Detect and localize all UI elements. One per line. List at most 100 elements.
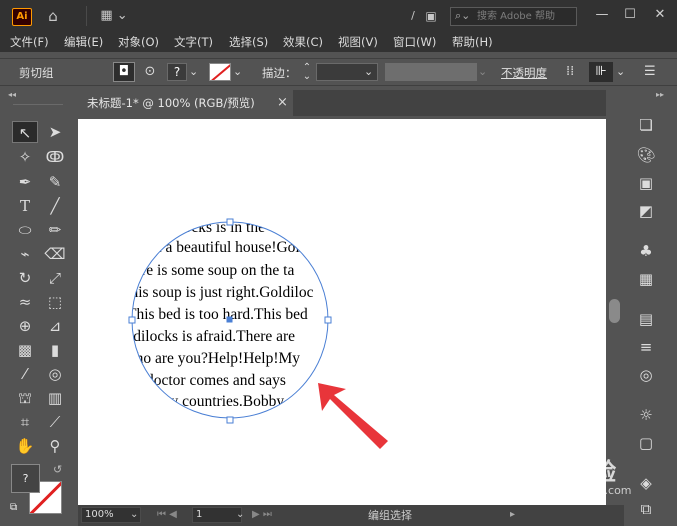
symbol-sprayer-tool-icon[interactable]: ⛫ — [12, 387, 38, 409]
fill-swatch[interactable]: ? — [167, 63, 187, 81]
free-transform-tool-icon[interactable]: ⬚ — [42, 291, 68, 313]
menu-effect[interactable]: 效果(C) — [283, 32, 323, 52]
gradient-panel-icon[interactable]: ▤ — [626, 304, 666, 334]
selection-tool-icon[interactable]: ↖ — [12, 121, 38, 143]
appearance-panel-icon[interactable]: ☼ — [626, 400, 666, 430]
shape-builder-tool-icon[interactable]: ⊕ — [12, 315, 38, 337]
libraries-panel-icon[interactable]: ◩ — [626, 196, 666, 226]
artboard-tool-icon[interactable]: ⌗ — [12, 411, 38, 433]
eraser-tool-icon[interactable]: ⌫ — [42, 243, 68, 265]
align-icon[interactable]: ⁞⁞ — [566, 62, 582, 82]
expand-panels-icon[interactable]: ▸▸ — [656, 90, 668, 100]
artboards-panel-icon[interactable]: ⧉ — [626, 494, 666, 524]
perspective-grid-tool-icon[interactable]: ⊿ — [42, 315, 68, 337]
menu-select[interactable]: 选择(S) — [229, 32, 268, 52]
color-panel-icon[interactable]: 🎨︎ — [626, 140, 666, 170]
stroke-panel-icon[interactable]: ≡ — [626, 332, 666, 362]
text-line: Goldilocks is in the — [144, 219, 265, 236]
color-guide-icon[interactable]: ▣ — [626, 168, 666, 198]
divider — [13, 104, 63, 110]
gradient-tool-icon[interactable]: ▮ — [42, 339, 68, 361]
vertical-scrollbar[interactable] — [606, 119, 624, 505]
stroke-stepper[interactable]: ⌃ ⌄ — [301, 63, 313, 82]
pen-tool-icon[interactable]: ✒ — [12, 171, 38, 193]
menu-edit[interactable]: 编辑(E) — [64, 32, 103, 52]
blend-tool-icon[interactable]: ◎ — [42, 363, 68, 385]
minimize-button[interactable]: — — [587, 0, 617, 32]
transform-icon[interactable]: ⊪ — [589, 62, 613, 82]
menu-file[interactable]: 文件(F) — [10, 32, 49, 52]
menu-window[interactable]: 窗口(W) — [393, 32, 436, 52]
artwork-canvas: Goldilocks is in the What a beautiful ho… — [110, 218, 388, 449]
clip-mask-icon[interactable]: ◘ — [113, 62, 135, 82]
collapse-icon[interactable]: ◂◂ — [8, 90, 20, 100]
edit-contents-icon[interactable]: ⊙ — [141, 62, 159, 82]
rotate-tool-icon[interactable]: ↻ — [12, 267, 38, 289]
first-prev-artboard-buttons[interactable]: ⏮ ◀ — [157, 507, 187, 523]
graphic-styles-icon[interactable]: ▢ — [626, 428, 666, 458]
direct-selection-tool-icon[interactable]: ➤ — [42, 121, 68, 143]
clipped-text-group[interactable]: Goldilocks is in the What a beautiful ho… — [110, 219, 314, 433]
hand-tool-icon[interactable]: ✋ — [12, 435, 38, 457]
stroke-swatch[interactable] — [209, 63, 231, 81]
workspace-switcher-icon[interactable]: ▦ ⌄ — [96, 0, 132, 32]
menu-object[interactable]: 对象(O) — [118, 32, 159, 52]
variable-width-profile[interactable] — [385, 63, 477, 81]
line-tool-icon[interactable]: ╱ — [42, 195, 68, 217]
artboard[interactable]: Goldilocks is in the What a beautiful ho… — [78, 119, 606, 505]
shaper-tool-icon[interactable]: ⌁ — [12, 243, 38, 265]
chevron-down-icon[interactable]: ⌄ — [130, 507, 142, 523]
anchor-point — [128, 316, 136, 324]
menu-help[interactable]: 帮助(H) — [452, 32, 493, 52]
anchor-point — [226, 218, 234, 226]
selection-type-label: 剪切组 — [19, 66, 54, 80]
menu-view[interactable]: 视图(V) — [338, 32, 378, 52]
ellipse-tool-icon[interactable]: ⬭ — [12, 219, 38, 241]
menu-type[interactable]: 文字(T) — [174, 32, 213, 52]
fill-color-box[interactable]: ? — [11, 464, 40, 493]
scale-tool-icon[interactable]: ⤢ — [42, 267, 68, 289]
status-menu-icon[interactable]: ▸ — [510, 507, 522, 523]
artboard-number-field[interactable]: 1 — [192, 507, 242, 523]
home-icon[interactable]: ⌂ — [42, 0, 64, 32]
eyedropper-tool-icon[interactable]: ⁄ — [12, 363, 38, 385]
next-last-artboard-buttons[interactable]: ▶ ⏭ — [252, 507, 282, 523]
symbols-panel-icon[interactable]: ♣ — [626, 236, 666, 266]
width-tool-icon[interactable]: ≈ — [12, 291, 38, 313]
text-line: Goldilocks is afraid.There are — [110, 328, 295, 345]
status-selection-mode[interactable]: 编组选择 — [368, 506, 412, 526]
column-graph-tool-icon[interactable]: ▥ — [42, 387, 68, 409]
default-colors-icon[interactable]: ⧉ — [10, 502, 22, 514]
panel-menu-icon[interactable]: ☰ — [644, 62, 660, 82]
document-tab[interactable]: 未标题-1* @ 100% (RGB/预览) — [78, 90, 293, 116]
text-line: This soup is just right.Goldiloc — [121, 284, 314, 301]
lasso-tool-icon[interactable]: ↂ — [42, 146, 68, 168]
type-tool-icon[interactable]: T — [12, 195, 38, 217]
text-line: What a beautiful house!Gol — [128, 239, 300, 256]
opacity-link[interactable]: 不透明度 — [501, 65, 547, 81]
chevron-down-icon[interactable]: ⌄ — [236, 507, 248, 523]
curvature-tool-icon[interactable]: ✎ — [42, 171, 68, 193]
chevron-down-icon[interactable]: ⌄ — [478, 63, 492, 81]
zoom-tool-icon[interactable]: ⚲ — [42, 435, 68, 457]
close-button[interactable]: ✕ — [645, 0, 675, 32]
mesh-tool-icon[interactable]: ▩ — [12, 339, 38, 361]
scroll-thumb[interactable] — [609, 299, 620, 323]
close-tab-button[interactable]: × — [277, 95, 289, 111]
transparency-panel-icon[interactable]: ◎ — [626, 360, 666, 390]
chevron-down-icon[interactable]: ⌄ — [233, 63, 247, 81]
properties-panel-icon[interactable]: ❏ — [626, 110, 666, 140]
magic-wand-tool-icon[interactable]: ✧ — [12, 146, 38, 168]
anchor-point — [226, 416, 234, 424]
chevron-down-icon[interactable]: ⌄ — [189, 63, 203, 81]
swap-colors-icon[interactable]: ↺ — [53, 463, 65, 476]
slice-tool-icon[interactable]: ⟋ — [42, 411, 68, 433]
panel-layout-icon[interactable]: ▣ — [420, 0, 442, 32]
paintbrush-tool-icon[interactable]: ✏ — [42, 219, 68, 241]
swatches-panel-icon[interactable]: ▦ — [626, 264, 666, 294]
chevron-down-icon[interactable]: ⌄ — [364, 63, 378, 81]
text-line: Who are you?Help!Help!My — [121, 350, 300, 367]
arrange-documents-icon[interactable]: / — [406, 0, 420, 32]
maximize-button[interactable]: ☐ — [615, 0, 645, 32]
chevron-down-icon[interactable]: ⌄ — [616, 62, 628, 82]
